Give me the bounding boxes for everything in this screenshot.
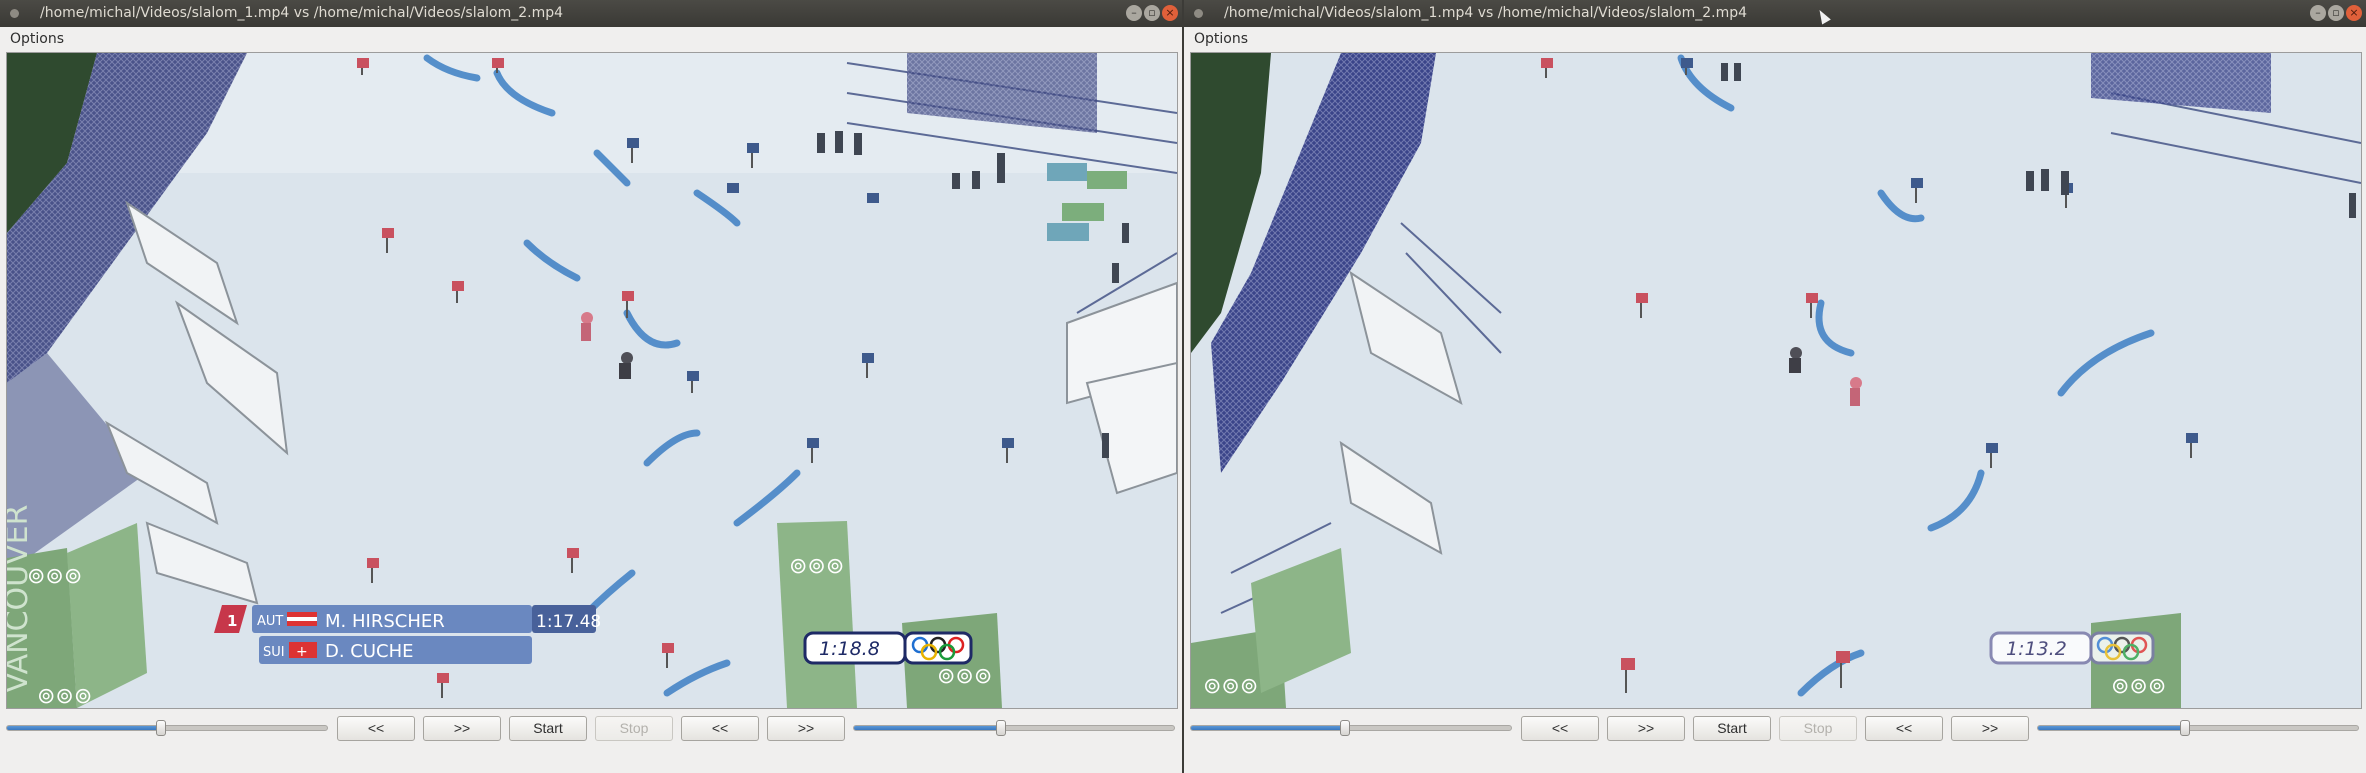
- timer-text: 1:18.8: [819, 638, 880, 660]
- maximize-icon[interactable]: ▫: [2328, 5, 2344, 21]
- row2-country: SUI: [263, 645, 285, 660]
- forward-button-left[interactable]: >>: [423, 716, 501, 741]
- window-menu-icon[interactable]: [10, 9, 19, 18]
- rank-badge: 1: [227, 612, 237, 630]
- svg-text:+: +: [296, 644, 308, 660]
- timer-text: 1:13.2: [2006, 638, 2067, 660]
- title-bar[interactable]: /home/michal/Videos/slalom_1.mp4 vs /hom…: [1184, 0, 2366, 27]
- race-timer: 1:13.2: [1989, 631, 2155, 665]
- svg-text:⊚⊚⊚: ⊚⊚⊚: [2111, 674, 2166, 699]
- slider-handle[interactable]: [1339, 720, 1350, 736]
- slider-handle[interactable]: [155, 720, 166, 736]
- row1-name: M. HIRSCHER: [325, 611, 445, 632]
- row1-time: 1:17.48: [536, 612, 601, 632]
- menu-bar: Options: [0, 27, 1182, 51]
- svg-text:⊚⊚⊚: ⊚⊚⊚: [1203, 674, 1258, 699]
- close-icon[interactable]: ×: [1162, 5, 1178, 21]
- position-slider-left[interactable]: [1190, 720, 1512, 736]
- rewind-button-right[interactable]: <<: [1865, 716, 1943, 741]
- slider-fill: [854, 726, 1002, 730]
- slider-fill: [1191, 726, 1345, 730]
- menu-bar: Options: [1184, 27, 2366, 51]
- player-window-right: /home/michal/Videos/slalom_1.mp4 vs /hom…: [1184, 0, 2366, 773]
- forward-button-left[interactable]: >>: [1607, 716, 1685, 741]
- window-title: /home/michal/Videos/slalom_1.mp4 vs /hom…: [1224, 5, 1748, 21]
- svg-text:⊚⊚⊚: ⊚⊚⊚: [37, 684, 92, 708]
- title-bar[interactable]: /home/michal/Videos/slalom_1.mp4 vs /hom…: [0, 0, 1182, 27]
- video-frame-right[interactable]: ⊚⊚⊚ ⊚⊚⊚ 1:13.2: [1190, 52, 2362, 709]
- rewind-button-left[interactable]: <<: [337, 716, 415, 741]
- video-frame-left[interactable]: ⊚⊚⊚ ⊚⊚⊚ ⊚⊚⊚ ⊚⊚⊚ VANCOUVER 1 AUT M. HIRSC…: [6, 52, 1178, 709]
- row1-country: AUT: [257, 614, 283, 629]
- maximize-icon[interactable]: ▫: [1144, 5, 1160, 21]
- position-slider-left[interactable]: [6, 720, 328, 736]
- position-slider-right[interactable]: [853, 720, 1175, 736]
- window-menu-icon[interactable]: [1194, 9, 1203, 18]
- menu-options[interactable]: Options: [1194, 27, 1248, 51]
- playback-controls: << >> Start Stop << >>: [0, 713, 1182, 745]
- stop-button[interactable]: Stop: [595, 716, 673, 741]
- start-button[interactable]: Start: [509, 716, 587, 741]
- forward-button-right[interactable]: >>: [767, 716, 845, 741]
- minimize-icon[interactable]: –: [2310, 5, 2326, 21]
- venue-watermark: VANCOUVER: [7, 505, 35, 693]
- slider-fill: [7, 726, 161, 730]
- row2-name: D. CUCHE: [325, 641, 414, 662]
- menu-options[interactable]: Options: [10, 27, 64, 51]
- playback-controls: << >> Start Stop << >>: [1184, 713, 2366, 745]
- slider-handle[interactable]: [996, 720, 1007, 736]
- race-timer: 1:18.8: [803, 631, 973, 665]
- rewind-button-right[interactable]: <<: [681, 716, 759, 741]
- video-scene-left: ⊚⊚⊚ ⊚⊚⊚ ⊚⊚⊚ ⊚⊚⊚ VANCOUVER 1 AUT M. HIRSC…: [7, 53, 1177, 708]
- forward-button-right[interactable]: >>: [1951, 716, 2029, 741]
- player-window-left: /home/michal/Videos/slalom_1.mp4 vs /hom…: [0, 0, 1182, 773]
- start-button[interactable]: Start: [1693, 716, 1771, 741]
- slider-handle[interactable]: [2180, 720, 2191, 736]
- minimize-icon[interactable]: –: [1126, 5, 1142, 21]
- svg-text:⊚⊚⊚: ⊚⊚⊚: [937, 664, 992, 689]
- svg-text:⊚⊚⊚: ⊚⊚⊚: [789, 554, 844, 579]
- close-icon[interactable]: ×: [2346, 5, 2362, 21]
- rewind-button-left[interactable]: <<: [1521, 716, 1599, 741]
- position-slider-right[interactable]: [2037, 720, 2359, 736]
- video-scene-right: ⊚⊚⊚ ⊚⊚⊚ 1:13.2: [1191, 53, 2361, 708]
- stop-button[interactable]: Stop: [1779, 716, 1857, 741]
- svg-text:⊚⊚⊚: ⊚⊚⊚: [27, 564, 82, 589]
- slider-fill: [2038, 726, 2186, 730]
- window-title: /home/michal/Videos/slalom_1.mp4 vs /hom…: [40, 5, 564, 21]
